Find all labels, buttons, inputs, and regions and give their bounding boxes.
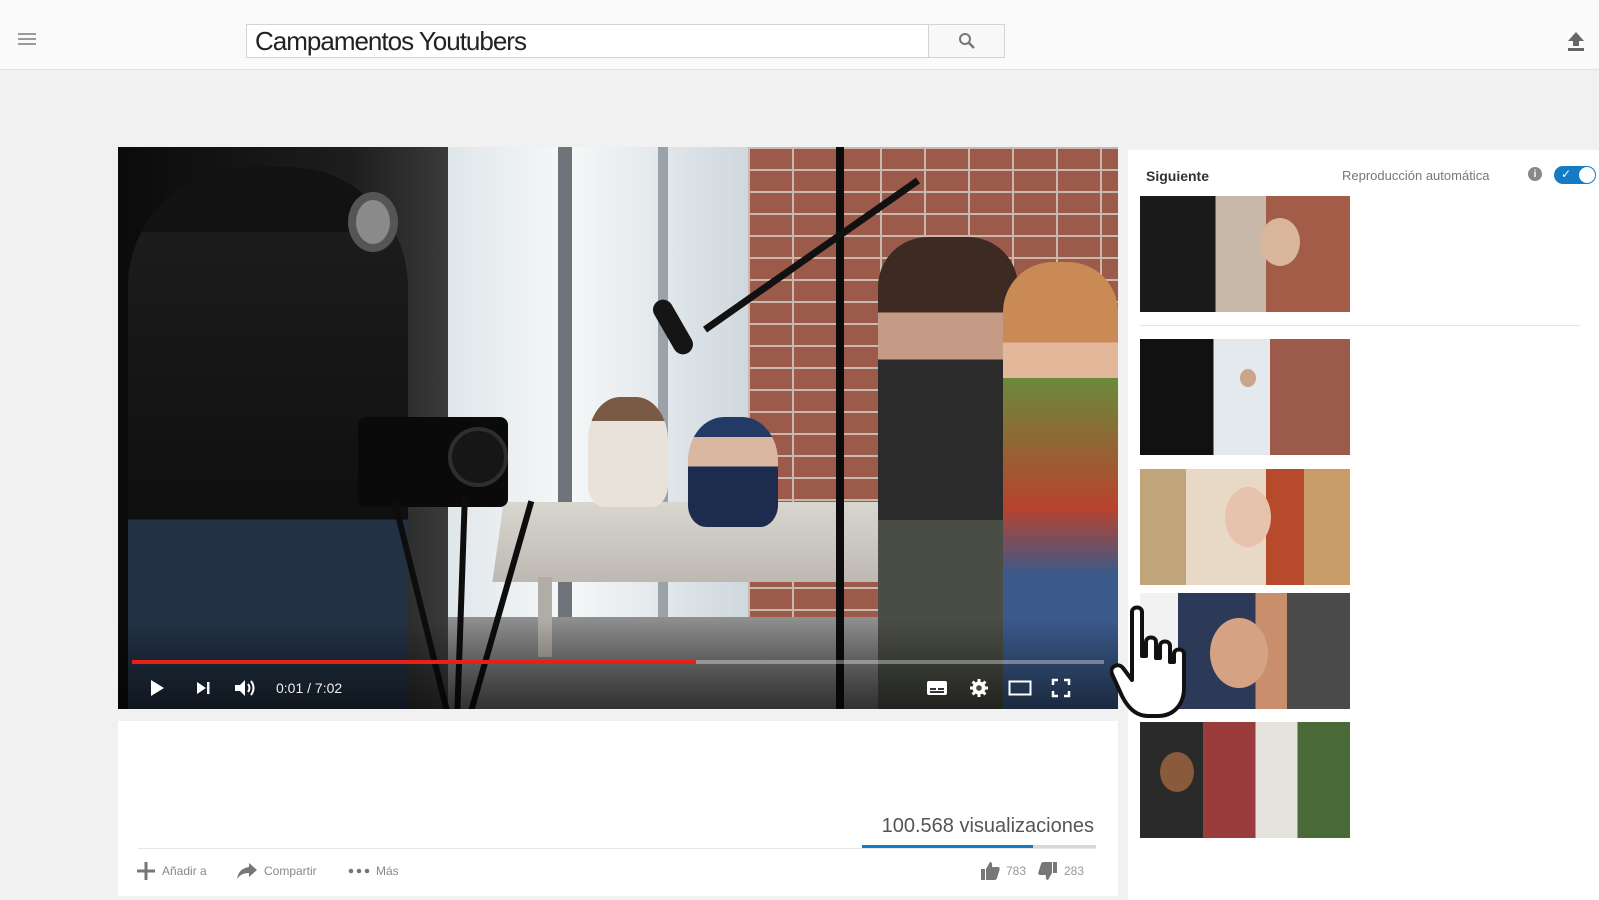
top-bar <box>0 0 1599 70</box>
subtitles-button[interactable] <box>924 675 950 701</box>
settings-button[interactable] <box>966 675 992 701</box>
dislike-count: 283 <box>1064 864 1085 878</box>
more-button[interactable]: Más <box>348 858 399 884</box>
more-dots-icon <box>348 868 370 874</box>
next-button[interactable] <box>190 675 216 701</box>
add-to-label: Añadir a <box>162 864 207 878</box>
thumbnail-face <box>1240 369 1256 387</box>
like-count: 783 <box>1006 864 1027 878</box>
play-button[interactable] <box>144 675 170 701</box>
time-display: 0:01 / 7:02 <box>276 680 343 696</box>
thumbnail-face <box>1260 218 1300 266</box>
search-box <box>246 24 1005 58</box>
search-input[interactable] <box>246 24 928 58</box>
thumbs-up-icon <box>981 862 1000 880</box>
up-next-sidebar: Siguiente Reproducción automática i ✓ <box>1128 150 1599 900</box>
dislike-button[interactable]: 283 <box>1038 858 1084 884</box>
video-info: 100.568 visualizaciones Añadir a Compart… <box>118 721 1118 896</box>
progress-bar[interactable] <box>132 660 1104 664</box>
divider <box>1140 325 1580 326</box>
share-arrow-icon <box>237 863 257 879</box>
upload-button[interactable] <box>1563 28 1589 54</box>
divider <box>138 848 1096 849</box>
next-icon <box>197 682 210 694</box>
progress-fill <box>132 660 696 664</box>
video-thumbnail-1[interactable] <box>1140 196 1350 312</box>
thumbnail-face <box>1160 752 1194 792</box>
toggle-knob <box>1579 167 1595 183</box>
share-label: Compartir <box>264 864 317 878</box>
thumbnail-face <box>1225 487 1271 547</box>
autoplay-toggle[interactable]: ✓ <box>1554 166 1596 184</box>
plus-icon <box>137 862 155 880</box>
hand-pointer-cursor-icon <box>1110 605 1186 718</box>
thumbs-down-icon <box>1038 862 1057 880</box>
video-thumbnail-2[interactable] <box>1140 339 1350 455</box>
like-button[interactable]: 783 <box>980 858 1026 884</box>
volume-icon <box>235 680 255 696</box>
autoplay-label: Reproducción automática <box>1342 168 1490 183</box>
more-label: Más <box>376 864 399 878</box>
view-count: 100.568 visualizaciones <box>881 815 1094 837</box>
video-thumbnail-5[interactable] <box>1140 722 1350 838</box>
fullscreen-icon <box>1051 678 1071 698</box>
add-to-button[interactable]: Añadir a <box>136 858 207 884</box>
theater-mode-button[interactable] <box>1005 675 1035 701</box>
thumbnail-face <box>1210 618 1268 688</box>
play-icon <box>151 680 164 696</box>
settings-gear-icon <box>970 679 988 697</box>
hamburger-menu-icon[interactable] <box>14 30 40 50</box>
share-button[interactable]: Compartir <box>236 858 317 884</box>
subtitles-icon <box>927 681 947 695</box>
check-icon: ✓ <box>1561 167 1572 181</box>
info-icon[interactable]: i <box>1528 167 1542 181</box>
video-thumbnail-3[interactable] <box>1140 469 1350 585</box>
search-button[interactable] <box>928 24 1005 58</box>
upload-icon <box>1568 32 1584 51</box>
theater-mode-icon <box>1008 680 1032 696</box>
volume-button[interactable] <box>230 675 260 701</box>
up-next-heading: Siguiente <box>1146 168 1210 184</box>
fullscreen-button[interactable] <box>1048 675 1074 701</box>
search-icon <box>958 33 975 49</box>
video-player[interactable]: 0:01 / 7:02 <box>118 147 1118 709</box>
